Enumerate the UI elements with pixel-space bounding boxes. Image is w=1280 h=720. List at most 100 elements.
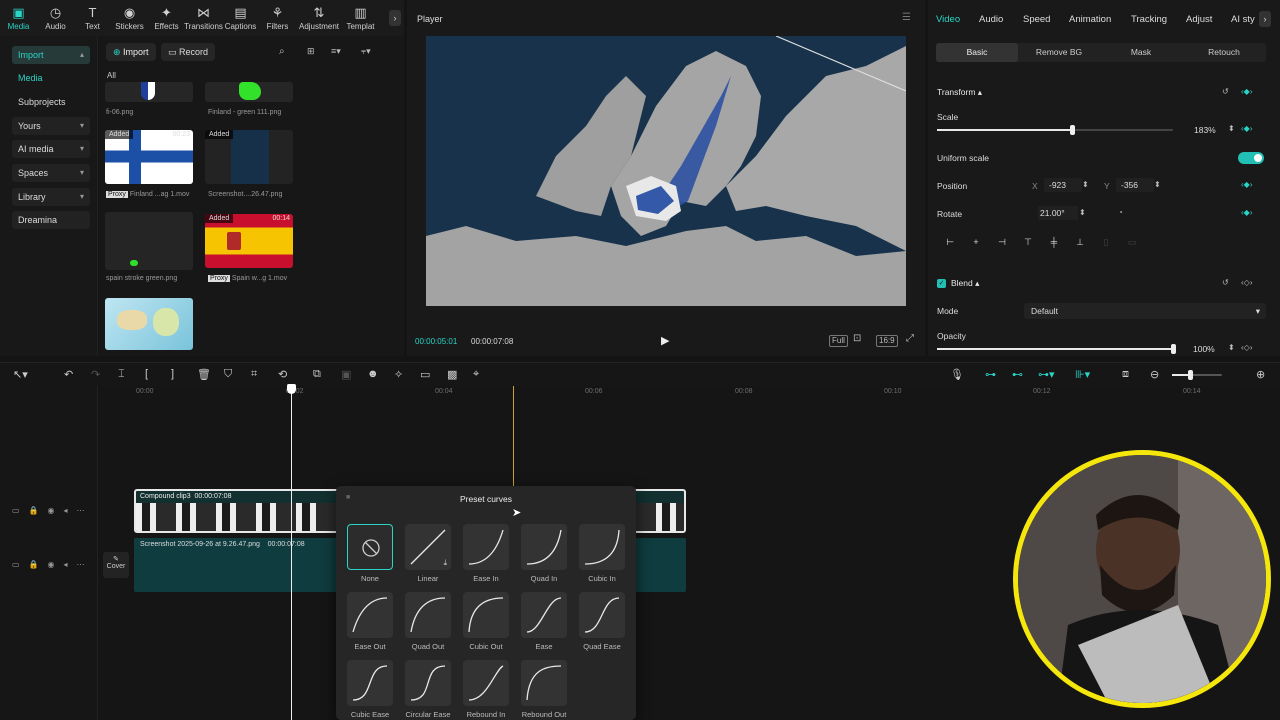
curve-preset-quad-out[interactable]: Quad Out — [405, 592, 451, 651]
curve-preset-rebound-out[interactable]: Rebound Out — [521, 660, 567, 719]
tab-ai-style[interactable]: AI sty — [1231, 14, 1255, 25]
rotate-input[interactable]: 21.00° — [1038, 206, 1078, 220]
menu-icon[interactable]: ☰ — [902, 12, 911, 23]
trim-right-icon[interactable]: ] — [171, 368, 174, 380]
media-thumb-spain-stroke[interactable] — [105, 212, 193, 270]
timeline-ruler[interactable]: 00:00 00:02 00:04 00:06 00:08 00:10 00:1… — [98, 386, 1280, 400]
scale-value[interactable]: 183% — [1194, 125, 1216, 135]
curve-preset-cubic-in[interactable]: Cubic In — [579, 524, 625, 583]
microphone-icon[interactable]: 🎙 — [950, 368, 964, 381]
subtab-remove-bg[interactable]: Remove BG — [1018, 43, 1100, 62]
tool-stickers[interactable]: ◉ Stickers — [111, 0, 148, 36]
sidebar-item-import[interactable]: Import ▴ — [12, 46, 90, 64]
play-icon[interactable]: ▶ — [661, 334, 669, 347]
scale-slider-knob[interactable] — [1069, 125, 1075, 135]
subtab-mask[interactable]: Mask — [1100, 43, 1182, 62]
media-thumb-fi06[interactable] — [105, 82, 193, 102]
timeline-zoom-slider[interactable] — [1172, 370, 1222, 380]
sidebar-item-dreamina[interactable]: Dreamina — [12, 211, 90, 229]
tab-tracking[interactable]: Tracking — [1131, 14, 1167, 25]
stepper-icon[interactable]: ⬍ — [1154, 180, 1161, 189]
stepper-icon[interactable]: ⬍ — [1228, 343, 1235, 352]
keyframe-diamond-icon[interactable]: ‹◆› — [1241, 208, 1252, 217]
media-thumb-screenshot[interactable]: Added — [205, 130, 293, 184]
sort-icon[interactable]: ≡▾ — [331, 46, 341, 57]
full-quality-button[interactable]: Full — [829, 335, 848, 347]
caption-icon[interactable]: ⧉ — [313, 368, 321, 381]
stepper-icon[interactable]: ⬍ — [1228, 124, 1235, 133]
link-main-track-icon[interactable]: ⊶ — [985, 368, 996, 381]
blend-checkbox[interactable]: ✓ — [937, 279, 946, 288]
toolbar-more-button[interactable]: › — [389, 10, 401, 26]
blend-mode-select[interactable]: Default ▾ — [1024, 303, 1266, 319]
tab-speed[interactable]: Speed — [1023, 14, 1050, 25]
split-icon[interactable]: ⌶ — [118, 368, 125, 381]
tool-captions[interactable]: ▤ Captions — [222, 0, 259, 36]
tool-effects[interactable]: ✦ Effects — [148, 0, 185, 36]
curve-preset-none[interactable]: None — [347, 524, 393, 583]
curve-preset-ease[interactable]: Ease — [521, 592, 567, 651]
stepper-icon[interactable]: ⬍ — [1079, 208, 1086, 217]
pos-x-input[interactable]: -923 — [1044, 178, 1082, 192]
curve-preset-circular-ease[interactable]: Circular Ease — [405, 660, 451, 719]
media-thumb-finland-green[interactable] — [205, 82, 293, 102]
tab-animation[interactable]: Animation — [1069, 14, 1111, 25]
filter-all-label[interactable]: All — [107, 71, 116, 80]
pos-y-input[interactable]: -356 — [1116, 178, 1154, 192]
import-button[interactable]: ⊕ Import — [106, 43, 156, 61]
keyframe-diamond-icon[interactable]: ‹◆› — [1241, 87, 1252, 96]
tab-audio[interactable]: Audio — [979, 14, 1003, 25]
hd-icon[interactable]: ▭ — [420, 368, 430, 381]
align-left-icon[interactable]: ⊢ — [938, 236, 962, 249]
crop-icon[interactable]: ⌗ — [251, 368, 257, 381]
curve-preset-quad-ease[interactable]: Quad Ease — [579, 592, 625, 651]
search-icon[interactable]: ⌕ — [279, 46, 285, 57]
distribute-h-icon[interactable]: ▯ — [1094, 236, 1118, 249]
grid-view-icon[interactable]: ⊞ — [307, 46, 315, 57]
opacity-value[interactable]: 100% — [1193, 344, 1215, 354]
stepper-icon[interactable]: ⬍ — [1082, 180, 1089, 189]
curve-preset-ease-out[interactable]: Ease Out — [347, 592, 393, 651]
chevron-right-icon[interactable]: › — [1259, 11, 1271, 27]
align-bottom-icon[interactable]: ⊥ — [1068, 236, 1092, 249]
trim-left-icon[interactable]: [ — [145, 368, 148, 380]
fullscreen-icon[interactable]: ⤢ — [906, 333, 914, 344]
tool-media[interactable]: ▣ Media — [0, 0, 37, 36]
video-preview[interactable] — [426, 36, 906, 306]
preview-axis-icon[interactable]: ⊪▾ — [1075, 368, 1090, 381]
zoom-in-icon[interactable]: ⊕ — [1256, 368, 1265, 381]
sidebar-item-ai-media[interactable]: AI media ▾ — [12, 140, 90, 158]
media-thumb-spain-flag[interactable]: Added 00:14 — [205, 214, 293, 268]
align-hcenter-icon[interactable]: + — [964, 236, 988, 249]
opacity-slider[interactable] — [937, 344, 1176, 354]
aspect-ratio-button[interactable]: 16:9 — [876, 335, 898, 347]
curve-preset-cubic-out[interactable]: Cubic Out — [463, 592, 509, 651]
distribute-v-icon[interactable]: ▭ — [1120, 236, 1144, 249]
undo-icon[interactable]: ↶ — [64, 368, 73, 381]
reset-icon[interactable]: ↺ — [1222, 87, 1229, 96]
thumbnail-icon[interactable]: ⧈ — [1122, 368, 1129, 381]
tracking-icon[interactable]: ⌖ — [473, 368, 479, 381]
sidebar-item-media[interactable]: Media — [12, 69, 90, 87]
magnet-icon[interactable]: ⊷ — [1012, 368, 1023, 381]
redo-icon[interactable]: ↷ — [91, 368, 100, 381]
filter-icon[interactable]: ⫧▾ — [361, 46, 371, 57]
sidebar-item-library[interactable]: Library ▾ — [12, 188, 90, 206]
tool-text[interactable]: T Text — [74, 0, 111, 36]
keyframe-diamond-outline-icon[interactable]: ‹◇› — [1241, 343, 1252, 352]
sidebar-item-spaces[interactable]: Spaces ▾ — [12, 164, 90, 182]
rotate-dial-icon[interactable]: ◔ — [1118, 208, 1123, 217]
media-thumb-finland-flag[interactable]: Added 00:23 — [105, 130, 193, 184]
media-thumb-world-map[interactable] — [105, 298, 193, 350]
tool-audio[interactable]: ◷ Audio — [37, 0, 74, 36]
sidebar-item-yours[interactable]: Yours ▾ — [12, 117, 90, 135]
subtab-retouch[interactable]: Retouch — [1182, 43, 1266, 62]
fit-icon[interactable]: ⊡ — [853, 333, 861, 344]
magic-icon[interactable]: ✧ — [394, 368, 403, 381]
reset-icon[interactable]: ↺ — [1222, 278, 1229, 287]
align-top-icon[interactable]: ⊤ — [1016, 236, 1040, 249]
blend-section-title[interactable]: Blend ▴ — [951, 278, 979, 289]
person-icon[interactable]: ☻ — [367, 368, 379, 380]
tool-filters[interactable]: ⚘ Filters — [259, 0, 296, 36]
curve-preset-ease-in[interactable]: Ease In — [463, 524, 509, 583]
